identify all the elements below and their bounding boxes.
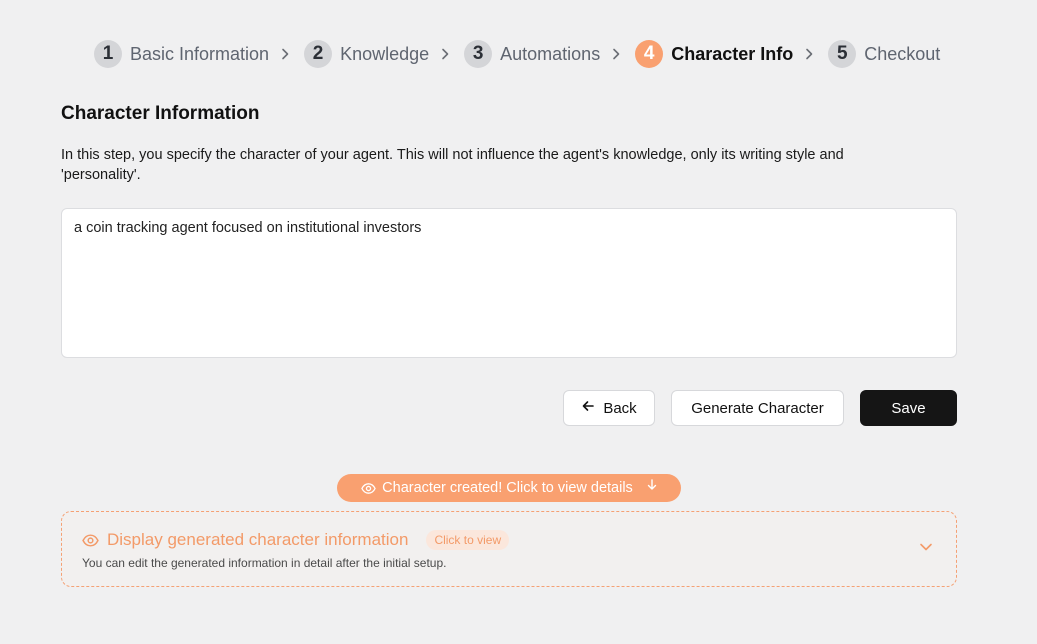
- step-label: Automations: [500, 43, 601, 64]
- step-label: Basic Information: [130, 43, 270, 64]
- step-number: 5: [828, 40, 857, 68]
- panel-title: Display generated character information: [107, 530, 409, 549]
- progress-stepper: 1 Basic Information 2 Knowledge 3 Automa…: [94, 40, 940, 68]
- chevron-down-icon[interactable]: [919, 542, 933, 552]
- click-to-view-badge: Click to view: [426, 530, 510, 550]
- character-created-notice[interactable]: Character created! Click to view details: [337, 474, 681, 502]
- step-checkout[interactable]: 5 Checkout: [828, 40, 940, 68]
- generate-character-button[interactable]: Generate Character: [671, 390, 844, 426]
- step-label: Knowledge: [340, 43, 430, 64]
- save-button-label: Save: [891, 399, 926, 417]
- chevron-right-icon: [804, 48, 814, 60]
- chevron-right-icon: [440, 48, 450, 60]
- step-number: 1: [94, 40, 122, 68]
- chevron-right-icon: [280, 48, 290, 60]
- step-character-info[interactable]: 4 Character Info: [635, 40, 793, 68]
- step-basic-information[interactable]: 1 Basic Information: [94, 40, 269, 68]
- notice-label: Character created! Click to view details: [382, 480, 633, 496]
- section-description: In this step, you specify the character …: [61, 147, 844, 183]
- step-number: 4: [635, 40, 664, 68]
- chevron-right-icon: [611, 48, 621, 60]
- eye-icon: [82, 532, 99, 549]
- back-button[interactable]: Back: [563, 390, 655, 426]
- page-title: Character Information: [61, 103, 260, 124]
- generate-character-label: Generate Character: [691, 399, 824, 417]
- panel-subtitle: You can edit the generated information i…: [82, 556, 447, 570]
- eye-icon: [361, 481, 376, 496]
- character-description-input[interactable]: a coin tracking agent focused on institu…: [61, 208, 957, 358]
- arrow-left-icon: [581, 399, 595, 417]
- arrow-down-icon: [639, 479, 657, 491]
- step-number: 3: [464, 40, 493, 68]
- step-label: Checkout: [864, 43, 941, 64]
- step-automations[interactable]: 3 Automations: [464, 40, 600, 68]
- step-knowledge[interactable]: 2 Knowledge: [304, 40, 429, 68]
- panel-header: Display generated character information …: [82, 530, 510, 550]
- step-label: Character Info: [671, 43, 794, 64]
- back-button-label: Back: [603, 399, 637, 417]
- step-number: 2: [304, 40, 333, 68]
- generated-character-panel[interactable]: Display generated character information …: [61, 511, 957, 587]
- save-button[interactable]: Save: [860, 390, 957, 426]
